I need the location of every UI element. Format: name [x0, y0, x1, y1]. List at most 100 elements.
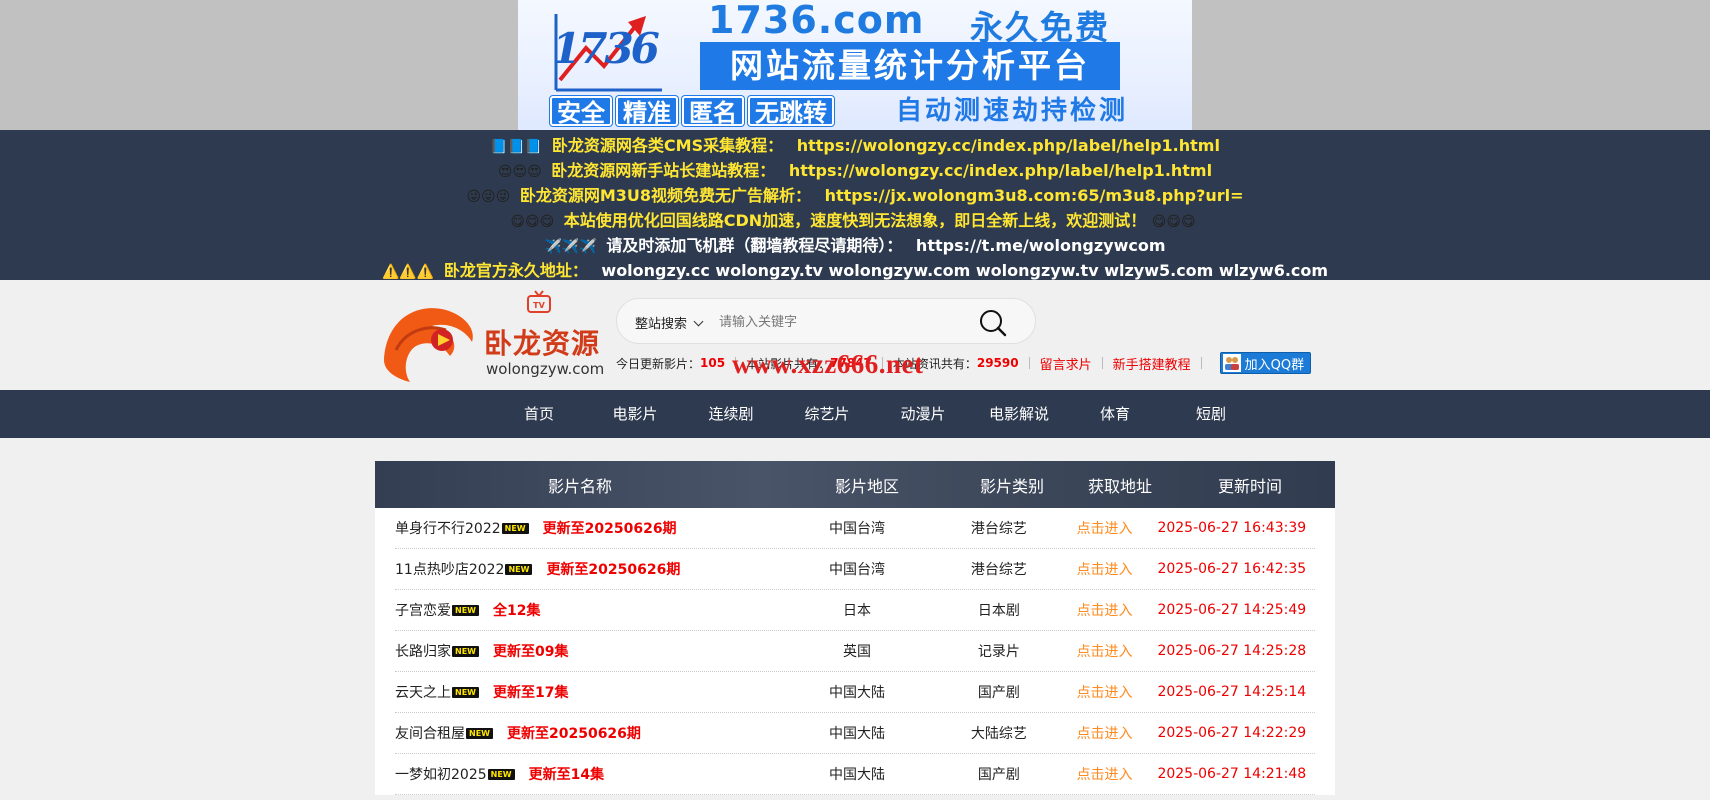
film-category: 大陆综艺: [970, 726, 1027, 742]
film-name-cell: 友间合租屋 NEW 更新至20250626期: [395, 723, 777, 743]
enter-link[interactable]: 点击进入: [1061, 764, 1149, 784]
notice-link[interactable]: https://wolongzy.cc/index.php/label/help…: [797, 136, 1220, 155]
search-scope-label: 整站搜索: [635, 317, 688, 332]
film-region: 日本: [842, 603, 871, 619]
table-row: 11点热吵店2022 NEW 更新至20250626期 中国台湾 港台综艺 点击…: [395, 549, 1315, 590]
notice-emoji: 📘📘📘: [490, 139, 543, 155]
nav-item-short-drama[interactable]: 短剧: [1163, 390, 1259, 438]
setup-tutorial-link[interactable]: 新手搭建教程: [1113, 354, 1191, 373]
search-icon[interactable]: [979, 309, 1007, 337]
film-name-cell: 11点热吵店2022 NEW 更新至20250626期: [395, 559, 777, 579]
enter-link[interactable]: 点击进入: [1061, 641, 1149, 661]
nav-item-movies[interactable]: 电影片: [587, 390, 683, 438]
film-name-cell: 子宫恋爱 NEW 全12集: [395, 600, 777, 620]
notice-label: 卧龙资源网新手站长建站教程：: [551, 161, 776, 180]
new-badge: NEW: [487, 768, 515, 780]
film-name-cell: 单身行不行2022 NEW 更新至20250626期: [395, 518, 777, 538]
notice-label: 请及时添加飞机群（翻墙教程尽请期待）：: [606, 236, 903, 255]
film-title-link[interactable]: 一梦如初2025: [395, 764, 487, 784]
film-title-link[interactable]: 11点热吵店2022: [395, 559, 504, 579]
ad-tag: 无跳转: [748, 96, 834, 127]
new-badge: NEW: [452, 645, 479, 657]
nav-item-anime[interactable]: 动漫片: [875, 390, 971, 438]
notice-link[interactable]: https://jx.wolongm3u8.com:65/m3u8.php?ur…: [825, 186, 1244, 205]
enter-link[interactable]: 点击进入: [1061, 723, 1149, 743]
film-name-cell: 一梦如初2025 NEW 更新至14集: [395, 764, 777, 784]
nav-item-series[interactable]: 连续剧: [683, 390, 779, 438]
ad-tag: 安全: [550, 96, 612, 127]
official-address-list[interactable]: wolongzy.cc wolongzy.tv wolongzyw.com wo…: [601, 261, 1328, 280]
film-update-time: 2025-06-27 14:21:48: [1157, 766, 1307, 782]
film-region: 中国大陆: [828, 767, 885, 783]
table-row: 子宫恋爱 NEW 全12集 日本 日本剧 点击进入 2025-06-27 14:…: [395, 590, 1315, 631]
total-news-value: 29590: [976, 356, 1019, 370]
chevron-down-icon: [693, 316, 704, 327]
request-film-link[interactable]: 留言求片: [1040, 354, 1092, 373]
search-input[interactable]: [719, 309, 969, 335]
film-status: 更新至20250626期: [542, 521, 677, 537]
film-category: 记录片: [977, 644, 1020, 660]
film-category: 国产剧: [977, 767, 1020, 783]
new-badge: NEW: [466, 727, 493, 739]
film-title-link[interactable]: 单身行不行2022: [395, 518, 501, 538]
film-category: 港台综艺: [970, 562, 1027, 578]
dragon-logo-icon: [384, 308, 473, 382]
nav-item-commentary[interactable]: 电影解说: [971, 390, 1067, 438]
notice-emoji: 😍😍😍: [497, 164, 542, 180]
search-scope-dropdown[interactable]: 整站搜索: [635, 313, 704, 332]
header-film-name: 影片名称: [547, 476, 612, 496]
ad-domain: 1736.com: [708, 0, 925, 42]
header-region: 影片地区: [834, 476, 899, 496]
notice-link[interactable]: https://t.me/wolongzywcom: [916, 236, 1166, 255]
nav-item-sports[interactable]: 体育: [1067, 390, 1163, 438]
logo-brand-text: 卧龙资源: [484, 327, 601, 360]
ad-tag: 匿名: [682, 96, 744, 127]
table-row: 单身行不行2022 NEW 更新至20250626期 中国台湾 港台综艺 点击进…: [395, 508, 1315, 549]
ad-slogan: 自动测速劫持检测: [896, 96, 1129, 126]
logo-domain-text: wolongzyw.com: [486, 360, 605, 378]
divider: [1028, 357, 1030, 369]
film-update-time: 2025-06-27 16:42:35: [1157, 561, 1307, 577]
header-category: 影片类别: [979, 476, 1044, 496]
film-title-link[interactable]: 子宫恋爱: [395, 600, 451, 620]
ad-banner[interactable]: 1736 1736.com 永久免费 网站流量统计分析平台 安全 精准 匿名 无…: [518, 0, 1192, 130]
enter-link[interactable]: 点击进入: [1061, 518, 1149, 538]
users-icon: [1222, 354, 1241, 372]
film-region: 中国台湾: [828, 562, 885, 578]
notice-line: 😜😜😜 卧龙资源网M3U8视频免费无广告解析： https://jx.wolon…: [0, 183, 1710, 208]
today-updates-label: 今日更新影片：: [616, 356, 701, 371]
join-qq-group-button[interactable]: 加入QQ群: [1219, 352, 1312, 374]
film-region: 中国大陆: [828, 685, 885, 701]
notice-emoji: 😋😋😋: [510, 214, 555, 230]
site-header: TV 卧龙资源 wolongzyw.com 整站搜索 今日更新影片： 105 本…: [0, 280, 1710, 390]
film-update-time: 2025-06-27 14:25:28: [1157, 643, 1307, 659]
film-status: 更新至09集: [492, 644, 569, 660]
notice-label: 卧龙官方永久地址：: [443, 261, 588, 280]
film-status: 全12集: [492, 603, 541, 619]
film-title-link[interactable]: 友间合租屋: [395, 723, 465, 743]
notice-bar: 📘📘📘 卧龙资源网各类CMS采集教程： https://wolongzy.cc/…: [0, 130, 1710, 280]
today-updates-value: 105: [700, 356, 726, 370]
film-title-link[interactable]: 云天之上: [395, 682, 451, 702]
film-title-link[interactable]: 长路归家: [395, 641, 451, 661]
svg-text:TV: TV: [533, 301, 545, 310]
notice-label: 本站使用优化回国线路CDN加速，速度快到无法想象，即日全新上线，欢迎测试！: [563, 211, 1147, 230]
film-status: 更新至20250626期: [506, 726, 641, 742]
nav-item-home[interactable]: 首页: [491, 390, 587, 438]
ad-logo-text: 1736: [552, 24, 660, 73]
enter-link[interactable]: 点击进入: [1061, 600, 1149, 620]
film-status: 更新至20250626期: [546, 562, 681, 578]
film-name-cell: 长路归家 NEW 更新至09集: [395, 641, 777, 661]
ad-tag: 精准: [616, 96, 678, 127]
table-body: 单身行不行2022 NEW 更新至20250626期 中国台湾 港台综艺 点击进…: [375, 508, 1335, 795]
tv-icon: TV: [527, 290, 551, 313]
nav-item-variety[interactable]: 综艺片: [779, 390, 875, 438]
site-logo[interactable]: TV 卧龙资源 wolongzyw.com: [376, 290, 606, 385]
enter-link[interactable]: 点击进入: [1061, 559, 1149, 579]
film-update-time: 2025-06-27 16:43:39: [1157, 520, 1307, 536]
enter-link[interactable]: 点击进入: [1061, 682, 1149, 702]
film-region: 中国台湾: [828, 521, 885, 537]
notice-link[interactable]: https://wolongzy.cc/index.php/label/help…: [789, 161, 1212, 180]
film-update-time: 2025-06-27 14:25:14: [1157, 684, 1307, 700]
notice-line: 😋😋😋 本站使用优化回国线路CDN加速，速度快到无法想象，即日全新上线，欢迎测试…: [0, 208, 1710, 233]
